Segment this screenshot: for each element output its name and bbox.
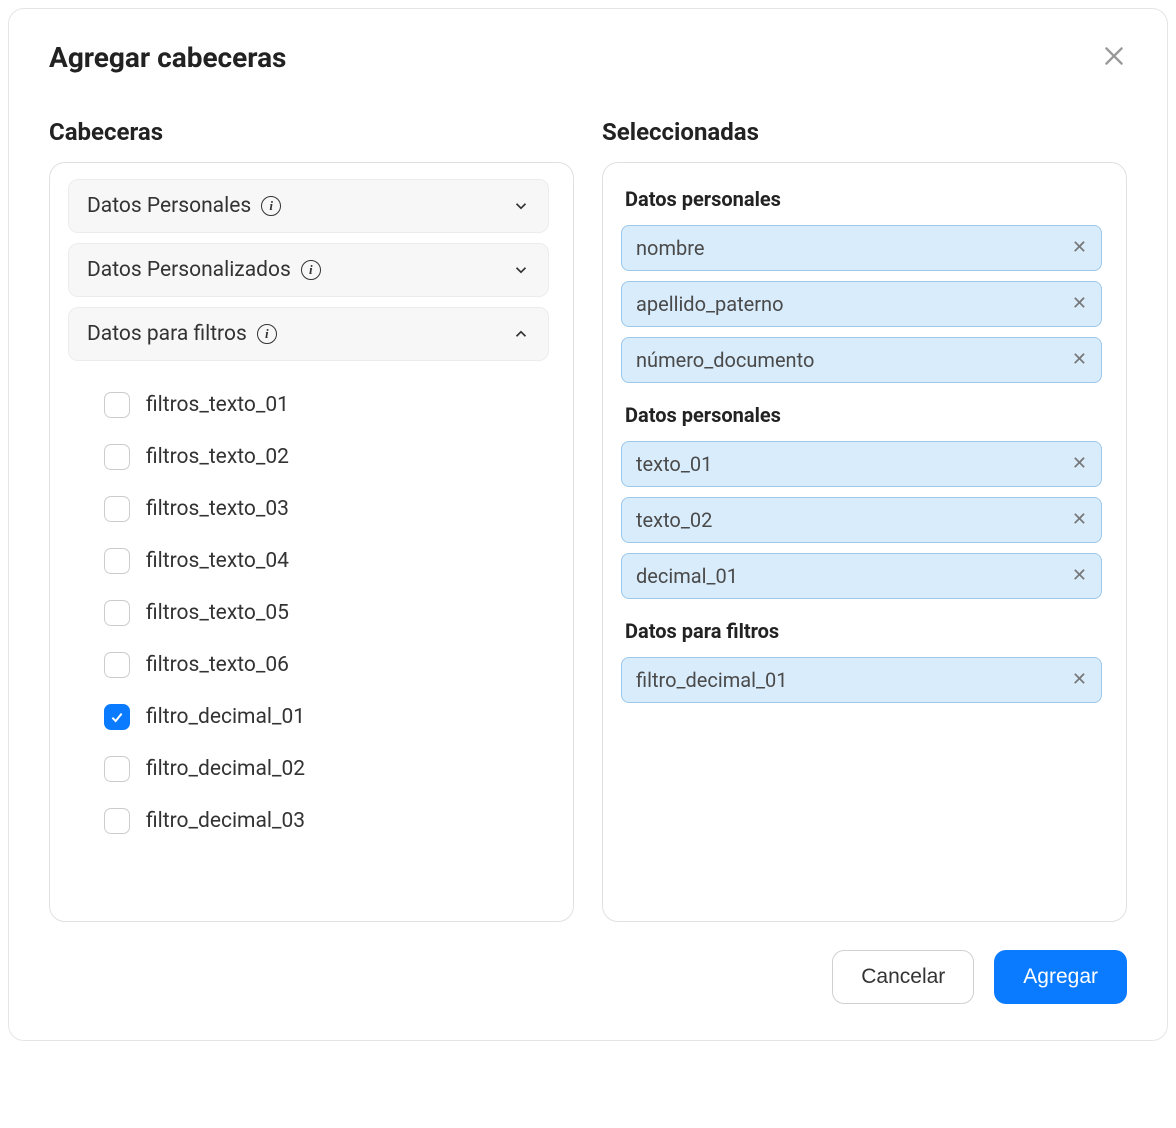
chip-remove-icon[interactable]: ✕ (1072, 455, 1087, 473)
info-icon[interactable]: i (261, 196, 281, 216)
chip-label: decimal_01 (636, 564, 738, 588)
chevron-up-icon (512, 325, 530, 343)
checkbox[interactable] (104, 444, 130, 470)
chip-remove-icon[interactable]: ✕ (1072, 671, 1087, 689)
accordion-label: Datos Personales (87, 194, 251, 218)
chip-remove-icon[interactable]: ✕ (1072, 239, 1087, 257)
checkbox-item[interactable]: filtros_texto_01 (104, 379, 549, 431)
accordion-label: Datos Personalizados (87, 258, 291, 282)
checkbox-item[interactable]: filtros_texto_06 (104, 639, 549, 691)
selected-chip: número_documento ✕ (621, 337, 1102, 383)
selected-group-title: Datos para filtros (625, 619, 1102, 643)
checkbox-checked[interactable] (104, 704, 130, 730)
checkbox-item[interactable]: filtros_texto_03 (104, 483, 549, 535)
checkbox-label: filtros_texto_02 (146, 445, 289, 469)
checkbox-label: filtros_texto_06 (146, 653, 289, 677)
info-icon[interactable]: i (301, 260, 321, 280)
dialog-footer: Cancelar Agregar (49, 950, 1127, 1004)
checkbox[interactable] (104, 756, 130, 782)
selected-chip: apellido_paterno ✕ (621, 281, 1102, 327)
checkbox[interactable] (104, 496, 130, 522)
checkbox-label: filtros_texto_01 (146, 393, 289, 417)
checkbox-label: filtros_texto_05 (146, 601, 289, 625)
checkbox-label: filtro_decimal_02 (146, 757, 305, 781)
checkbox-label: filtros_texto_04 (146, 549, 289, 573)
headers-panel-scroll[interactable]: Datos Personales i Datos Personalizados … (68, 179, 555, 905)
checkbox-item[interactable]: filtros_texto_04 (104, 535, 549, 587)
chevron-down-icon (512, 261, 530, 279)
filter-checkbox-list: filtros_texto_01 filtros_texto_02 filtro… (68, 371, 549, 847)
chip-remove-icon[interactable]: ✕ (1072, 295, 1087, 313)
checkbox[interactable] (104, 392, 130, 418)
checkbox[interactable] (104, 600, 130, 626)
selected-chip: texto_02 ✕ (621, 497, 1102, 543)
selected-panel: Datos personales nombre ✕ apellido_pater… (602, 162, 1127, 922)
selected-chip: texto_01 ✕ (621, 441, 1102, 487)
headers-panel: Datos Personales i Datos Personalizados … (49, 162, 574, 922)
submit-button[interactable]: Agregar (994, 950, 1127, 1004)
checkbox-item[interactable]: filtros_texto_05 (104, 587, 549, 639)
chip-label: nombre (636, 236, 704, 260)
chip-label: número_documento (636, 348, 814, 372)
checkbox-item[interactable]: filtro_decimal_03 (104, 795, 549, 847)
selected-title: Seleccionadas (602, 118, 1127, 146)
checkbox-item[interactable]: filtros_texto_02 (104, 431, 549, 483)
chevron-down-icon (512, 197, 530, 215)
accordion-datos-para-filtros[interactable]: Datos para filtros i (68, 307, 549, 361)
selected-chip: decimal_01 ✕ (621, 553, 1102, 599)
chip-label: texto_01 (636, 452, 712, 476)
headers-title: Cabeceras (49, 118, 574, 146)
add-headers-dialog: Agregar cabeceras Cabeceras Datos Person… (8, 8, 1168, 1041)
checkbox-label: filtros_texto_03 (146, 497, 289, 521)
close-icon[interactable] (1101, 42, 1127, 74)
accordion-datos-personalizados[interactable]: Datos Personalizados i (68, 243, 549, 297)
cancel-button[interactable]: Cancelar (832, 950, 974, 1004)
selected-chip: filtro_decimal_01 ✕ (621, 657, 1102, 703)
checkbox-item[interactable]: filtro_decimal_01 (104, 691, 549, 743)
checkbox[interactable] (104, 652, 130, 678)
checkbox-item[interactable]: filtro_decimal_02 (104, 743, 549, 795)
selected-group-title: Datos personales (625, 187, 1102, 211)
checkbox-label: filtro_decimal_03 (146, 809, 305, 833)
accordion-label: Datos para filtros (87, 322, 247, 346)
dialog-title: Agregar cabeceras (49, 41, 286, 74)
selected-chip: nombre ✕ (621, 225, 1102, 271)
selected-group-title: Datos personales (625, 403, 1102, 427)
headers-column: Cabeceras Datos Personales i (49, 118, 574, 922)
chip-remove-icon[interactable]: ✕ (1072, 567, 1087, 585)
chip-remove-icon[interactable]: ✕ (1072, 351, 1087, 369)
accordion-datos-personales[interactable]: Datos Personales i (68, 179, 549, 233)
chip-remove-icon[interactable]: ✕ (1072, 511, 1087, 529)
info-icon[interactable]: i (257, 324, 277, 344)
selected-panel-scroll[interactable]: Datos personales nombre ✕ apellido_pater… (621, 179, 1108, 905)
selected-column: Seleccionadas Datos personales nombre ✕ … (602, 118, 1127, 922)
chip-label: apellido_paterno (636, 292, 784, 316)
checkbox-label: filtro_decimal_01 (146, 705, 305, 729)
dialog-header: Agregar cabeceras (49, 41, 1127, 74)
chip-label: filtro_decimal_01 (636, 668, 788, 692)
chip-label: texto_02 (636, 508, 712, 532)
checkbox[interactable] (104, 808, 130, 834)
checkbox[interactable] (104, 548, 130, 574)
